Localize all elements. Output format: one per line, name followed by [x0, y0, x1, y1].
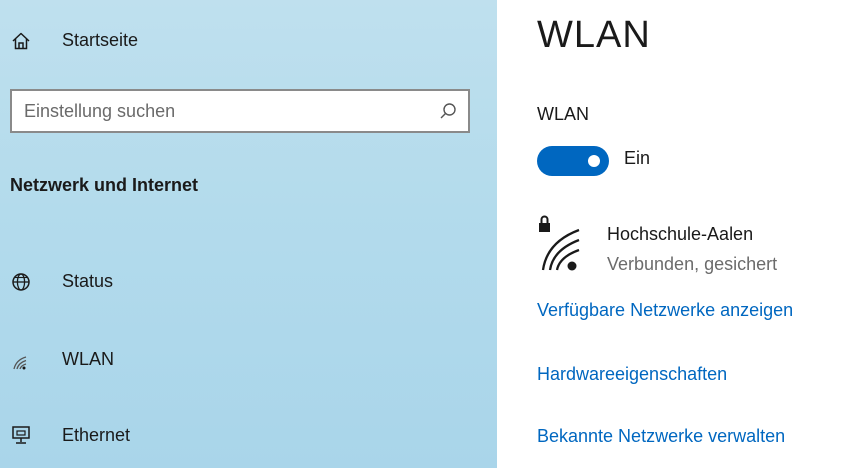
toggle-knob — [588, 155, 600, 167]
globe-icon — [10, 271, 32, 293]
search-input[interactable] — [12, 91, 444, 131]
sidebar-home-label: Startseite — [62, 30, 139, 50]
main-content: WLAN WLAN Ein Hochschule-Aalen Verbunden… — [497, 0, 855, 468]
wlan-toggle[interactable] — [537, 146, 609, 176]
search-box[interactable] — [10, 89, 470, 133]
manage-known-networks-link[interactable]: Bekannte Netzwerke verwalten — [537, 426, 785, 447]
toggle-state-label: Ein — [624, 148, 651, 168]
network-status: Verbunden, gesichert — [607, 254, 778, 274]
secured-wifi-icon — [537, 214, 589, 274]
sidebar-item-home[interactable]: Startseite — [0, 26, 497, 56]
hardware-properties-link[interactable]: Hardwareeigenschaften — [537, 364, 727, 385]
home-icon — [10, 30, 32, 52]
sidebar-item-wlan[interactable]: WLAN — [0, 344, 497, 376]
sidebar-item-label: Ethernet — [62, 425, 131, 445]
sidebar-item-label: WLAN — [62, 349, 115, 369]
search-icon[interactable] — [438, 101, 458, 121]
sidebar-item-status[interactable]: Status — [0, 266, 497, 298]
show-available-networks-link[interactable]: Verfügbare Netzwerke anzeigen — [537, 300, 793, 321]
sidebar-item-ethernet[interactable]: Ethernet — [0, 420, 497, 452]
page-title: WLAN — [537, 14, 651, 56]
sidebar: Startseite Netzwerk und Internet Status — [0, 0, 497, 468]
network-name: Hochschule-Aalen — [607, 224, 754, 244]
wifi-icon — [10, 351, 32, 373]
sidebar-item-label: Status — [62, 271, 114, 291]
connected-network[interactable]: Hochschule-Aalen Verbunden, gesichert — [537, 210, 855, 280]
section-title: Netzwerk und Internet — [10, 175, 199, 195]
ethernet-icon — [10, 424, 32, 446]
wlan-toggle-label: WLAN — [537, 104, 590, 124]
